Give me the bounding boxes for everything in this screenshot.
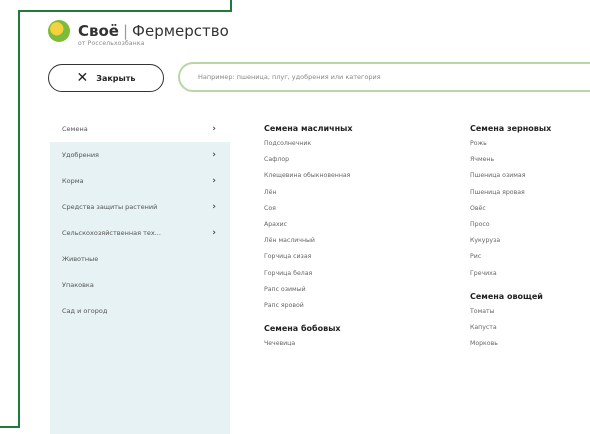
category-link[interactable]: Кукуруза — [470, 237, 551, 253]
category-link[interactable]: Сафлор — [264, 156, 353, 172]
search-input[interactable]: Например: пшеница, плуг, удобрения или к… — [178, 62, 590, 92]
category-link[interactable]: Подсолнечник — [264, 140, 353, 156]
close-icon: ✕ — [76, 70, 89, 86]
chevron-right-icon: › — [212, 202, 216, 212]
category-link[interactable]: Лён — [264, 189, 353, 205]
category-link[interactable]: Ячмень — [470, 156, 551, 172]
close-button[interactable]: ✕ Закрыть — [48, 64, 164, 92]
category-heading[interactable]: Семена зерновых — [470, 124, 551, 140]
logo-icon — [48, 20, 70, 42]
chevron-right-icon: › — [212, 176, 216, 186]
category-link[interactable]: Рапс озимый — [264, 286, 353, 302]
category-link[interactable]: Рапс яровой — [264, 302, 353, 318]
category-link[interactable]: Просо — [470, 221, 551, 237]
sidebar-item-machinery[interactable]: Сельскохозяйственная тех... › — [50, 220, 230, 246]
sidebar-item-feed[interactable]: Корма › — [50, 168, 230, 194]
category-link[interactable]: Клещевина обыкновенная — [264, 172, 353, 188]
sidebar-item-plant-protection[interactable]: Средства защиты растений › — [50, 194, 230, 220]
category-heading[interactable]: Семена масличных — [264, 124, 353, 140]
frame-line-left — [18, 10, 20, 428]
close-button-label: Закрыть — [96, 73, 136, 83]
category-link[interactable]: Лён масличный — [264, 237, 353, 253]
sidebar-item-seeds[interactable]: Семена › — [50, 116, 230, 142]
category-heading[interactable]: Семена бобовых — [264, 324, 353, 340]
category-link[interactable]: Гречиха — [470, 270, 551, 286]
category-link[interactable]: Пшеница яровая — [470, 189, 551, 205]
category-link[interactable]: Горчица белая — [264, 270, 353, 286]
category-link[interactable]: Томаты — [470, 308, 551, 324]
category-link[interactable]: Соя — [264, 205, 353, 221]
logo-name: Фермерство — [132, 22, 229, 40]
category-link[interactable]: Овёс — [470, 205, 551, 221]
category-link[interactable]: Горчица сизая — [264, 253, 353, 269]
category-column-oilseeds: Семена масличных Подсолнечник Сафлор Кле… — [264, 124, 353, 356]
category-link[interactable]: Чечевица — [264, 340, 353, 356]
logo-separator: | — [122, 22, 129, 40]
search-placeholder: Например: пшеница, плуг, удобрения или к… — [198, 73, 381, 81]
category-link[interactable]: Морковь — [470, 340, 551, 356]
frame-line-bottom — [0, 426, 20, 428]
category-column-cereals: Семена зерновых Рожь Ячмень Пшеница озим… — [470, 124, 551, 356]
logo-brand: Своё — [78, 22, 119, 40]
logo-subtitle: от Россельхозбанка — [78, 40, 145, 47]
sidebar-item-fertilizers[interactable]: Удобрения › — [50, 142, 230, 168]
chevron-right-icon: › — [212, 150, 216, 160]
sidebar-item-packaging[interactable]: Упаковка — [50, 272, 230, 298]
category-link[interactable]: Пшеница озимая — [470, 172, 551, 188]
chevron-right-icon: › — [212, 124, 216, 134]
logo[interactable]: Своё | Фермерство — [48, 20, 229, 42]
category-link[interactable]: Арахис — [264, 221, 353, 237]
category-link[interactable]: Капуста — [470, 324, 551, 340]
category-link[interactable]: Рис — [470, 253, 551, 269]
category-heading[interactable]: Семена овощей — [470, 292, 551, 308]
chevron-right-icon: › — [212, 228, 216, 238]
frame-line-right — [230, 0, 232, 12]
sidebar-item-garden[interactable]: Сад и огород — [50, 298, 230, 324]
sidebar-item-animals[interactable]: Животные — [50, 246, 230, 272]
frame-line-top — [18, 10, 230, 12]
catalog-sidebar: Семена › Удобрения › Корма › Средства защит… — [50, 116, 230, 434]
category-link[interactable]: Рожь — [470, 140, 551, 156]
